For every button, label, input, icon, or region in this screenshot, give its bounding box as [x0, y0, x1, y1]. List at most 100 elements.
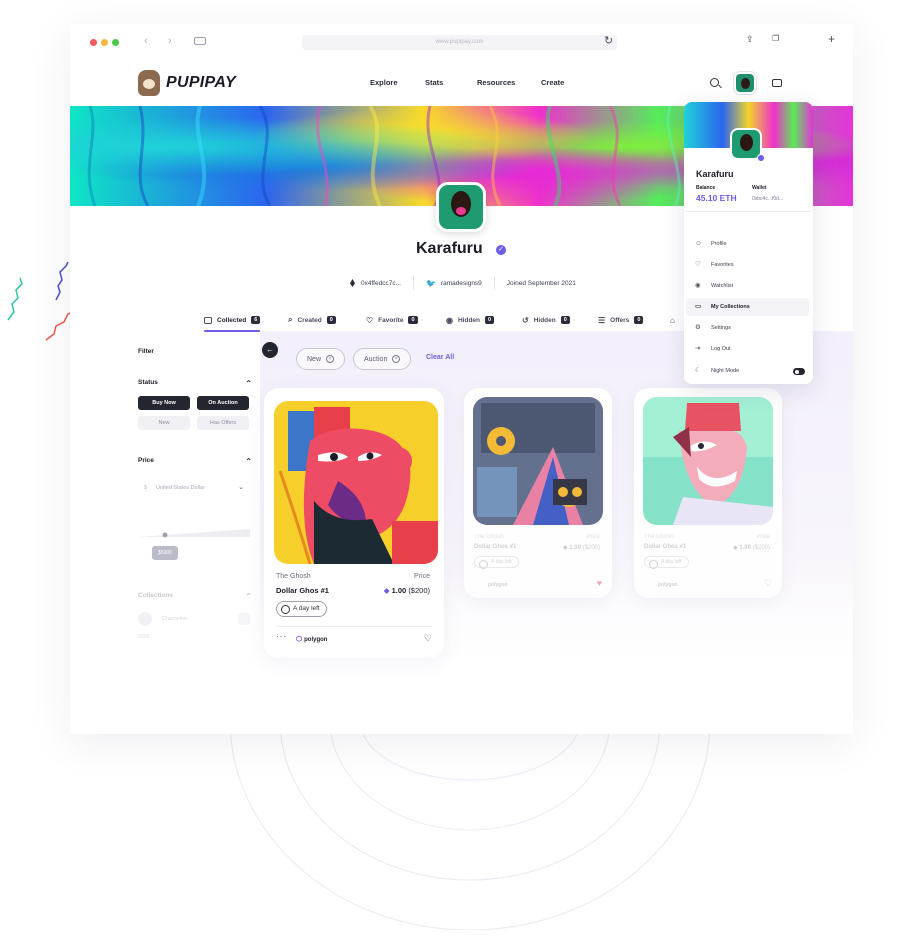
clear-all-link[interactable]: Clear All [426, 354, 454, 361]
card-title[interactable]: Dollar Ghos #1 [644, 544, 686, 550]
menu-item-label: Settings [711, 325, 731, 331]
favorite-heart-icon[interactable]: ♥ [597, 578, 602, 588]
menu-item-profile[interactable]: ☺ Profile [686, 235, 809, 253]
back-arrow-icon[interactable]: ‹ [144, 35, 148, 47]
balance-value: 45.10 ETH [696, 193, 737, 203]
forward-arrow-icon[interactable]: › [168, 35, 172, 47]
nft-card[interactable]: The Ghosh Price Dollar Ghos #1 ◆ 1.00 ($… [264, 388, 444, 658]
tab-count: 6 [251, 316, 261, 324]
remove-icon[interactable]: × [326, 355, 335, 363]
collection-check[interactable] [238, 613, 250, 625]
card-price-label: Price [756, 534, 770, 540]
user-avatar[interactable] [734, 72, 756, 94]
tab-hidden-history[interactable]: ↺ Hidden 0 [522, 310, 570, 330]
wallet-address[interactable]: 0xbc4c...f0d... [752, 196, 783, 202]
price-title: Price [138, 457, 154, 464]
card-collection: The Ghosh [276, 573, 311, 580]
status-buy-now[interactable]: Buy Now [138, 396, 190, 410]
address-bar[interactable]: www.pupipay.com [302, 35, 617, 50]
collections-section-header[interactable]: Collections ⌃ [138, 592, 252, 601]
heart-icon: ♡ [366, 315, 374, 325]
filter-chip-auction[interactable]: Auction × [353, 348, 412, 370]
share-icon[interactable]: ⇪ [746, 34, 754, 45]
reload-icon[interactable]: ↻ [604, 34, 613, 47]
nav-explore[interactable]: Explore [370, 78, 425, 87]
active-tab-indicator [204, 330, 260, 332]
tab-more[interactable]: ⌂ [670, 310, 675, 330]
folder-icon: ▭ [695, 303, 702, 310]
status-has-offers[interactable]: Has Offers [197, 416, 249, 430]
tab-created[interactable]: ⌕ Created 0 [288, 310, 336, 330]
status-section-header[interactable]: Status ⌃ [138, 379, 252, 388]
dollar-icon: $ [144, 485, 148, 491]
menu-item-watchlist[interactable]: ◉ Watchlist [686, 277, 809, 295]
list-icon: ☰ [598, 315, 606, 325]
meta-divider [493, 276, 495, 290]
collapse-filter-button[interactable]: ← [262, 342, 278, 358]
chip-label: New [307, 355, 322, 363]
status-on-auction[interactable]: On Auction [197, 396, 249, 410]
ethereum-icon [350, 279, 355, 287]
menu-item-label: Favorites [711, 262, 734, 268]
card-price: ◆ 1.00 ($200) [733, 544, 770, 551]
nav-stats[interactable]: Stats [425, 78, 477, 87]
chain-name: polygon [488, 582, 508, 588]
nft-artwork [643, 397, 773, 525]
filter-chip-new[interactable]: New × [296, 348, 346, 370]
tab-hidden[interactable]: ◉ Hidden 0 [446, 310, 495, 330]
profile-avatar[interactable] [436, 182, 486, 232]
card-collection: The Ghosh [644, 534, 674, 540]
twitter-handle[interactable]: ramadesigns9 [441, 280, 482, 287]
night-mode-toggle[interactable] [793, 368, 805, 375]
favorite-heart-icon[interactable]: ♡ [424, 633, 432, 644]
menu-item-my-collections[interactable]: ▭ My Collections [686, 298, 809, 316]
tab-favorite[interactable]: ♡ Favorite 0 [366, 310, 418, 330]
sidebar-toggle-icon[interactable] [194, 37, 206, 45]
menu-item-log-out[interactable]: ⇥ Log Out [686, 340, 809, 358]
dropdown-divider [684, 211, 813, 212]
menu-item-night-mode[interactable]: ☾ Night Mode [686, 362, 811, 380]
more-options-icon[interactable]: ··· [276, 632, 287, 641]
tab-collected[interactable]: Collected 6 [204, 310, 261, 330]
minimize-dot[interactable] [101, 39, 108, 46]
menu-item-settings[interactable]: ⚙ Settings [686, 319, 809, 337]
menu-item-label: Log Out [711, 346, 731, 352]
price-usd: ($200) [582, 545, 600, 551]
price-usd: ($200) [752, 545, 770, 551]
wallet-address[interactable]: 0x4ffedcc7c... [361, 280, 401, 287]
currency-value: United States Dollar [156, 485, 205, 491]
card-title[interactable]: Dollar Ghos #1 [276, 586, 329, 595]
favorite-heart-icon[interactable]: ♡ [764, 578, 772, 589]
status-new[interactable]: New [138, 416, 190, 430]
menu-item-favorites[interactable]: ♡ Favorites [686, 256, 809, 274]
collection-item[interactable]: Chameleo [138, 610, 250, 628]
chevron-up-icon: ⌃ [245, 379, 252, 388]
card-collection: The Ghosh [474, 534, 504, 540]
price-section-header[interactable]: Price ⌃ [138, 457, 252, 466]
chain-name: polygon [304, 637, 328, 643]
nft-card[interactable]: The Ghosh Price Dollar Ghos #1 ◆ 1.00 ($… [634, 388, 782, 598]
card-title[interactable]: Dollar Ghos #1 [474, 544, 516, 550]
price-slider[interactable] [138, 528, 250, 538]
menu-item-label: My Collections [711, 304, 750, 310]
remove-icon[interactable]: × [392, 355, 401, 363]
tabs-icon[interactable]: ❐ [772, 34, 779, 43]
tab-offers[interactable]: ☰ Offers 0 [598, 310, 644, 330]
chevron-up-icon: ⌃ [245, 457, 252, 466]
site-header: PUPIPAY Explore Stats Resources Create [70, 62, 853, 106]
close-dot[interactable] [90, 39, 97, 46]
profile-tabs: Collected 6 ⌕ Created 0 ♡ Favorite 0 ◉ H… [204, 310, 724, 332]
card-price: ◆ 1.00 ($200) [563, 544, 600, 551]
currency-select[interactable]: $ United States Dollar ⌄ [138, 480, 250, 496]
new-tab-icon[interactable]: + [828, 32, 835, 46]
meta-divider [413, 276, 414, 290]
wallet-icon[interactable] [772, 79, 782, 87]
nft-card[interactable]: The Ghosh Price Dollar Ghos #1 ◆ 1.00 ($… [464, 388, 612, 598]
nav-create[interactable]: Create [541, 78, 564, 87]
maximize-dot[interactable] [112, 39, 119, 46]
brand-name: PUPIPAY [166, 74, 236, 91]
nav-resources[interactable]: Resources [477, 78, 541, 87]
search-icon[interactable] [710, 78, 719, 87]
brand-logo[interactable]: PUPIPAY [138, 70, 236, 96]
filter-title: Filter [138, 348, 154, 355]
